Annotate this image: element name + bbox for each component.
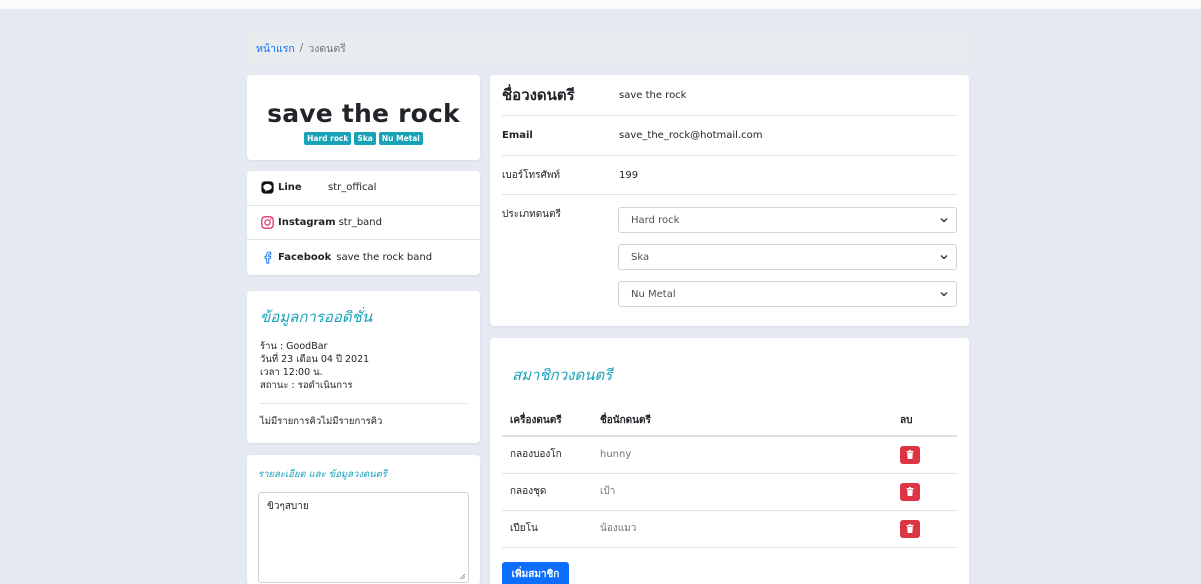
instrument-header: เครื่องดนตรี (502, 405, 592, 437)
audition-shop: ร้าน : GoodBar (260, 341, 328, 352)
genre-select-value: Hard rock (631, 214, 680, 226)
genre-badge: Nu Metal (378, 132, 423, 145)
chevron-down-icon (940, 255, 948, 260)
audition-status: สถานะ : รอดำเนินการ (260, 380, 353, 391)
social-row-line[interactable]: Line str_offical (247, 171, 480, 206)
email-value: save_the_rock@hotmail.com (619, 130, 763, 141)
social-value: str_offical (328, 182, 377, 194)
phone-label: เบอร์โทรศัพท์ (502, 169, 561, 181)
line-icon (260, 181, 274, 195)
social-name: Line (278, 182, 302, 194)
genre-selects: Hard rock Ska Nu Metal (618, 207, 957, 307)
details-title: รายละเอียด และ ข้อมูลวงดนตรี (258, 469, 387, 480)
delete-member-button[interactable] (900, 445, 920, 464)
delete-header: ลบ (892, 405, 957, 437)
info-row-email: Email save_the_rock@hotmail.com (502, 116, 957, 156)
details-textarea[interactable]: ขิวๆสบาย (258, 492, 469, 583)
breadcrumb-current: วงดนตรี (308, 42, 346, 55)
musician-header: ชื่อนักดนตรี (592, 405, 892, 437)
genre-badge: Hard rock (304, 132, 352, 145)
top-band (0, 0, 1201, 9)
add-member-button[interactable]: เพิ่มสมาชิก (502, 561, 569, 584)
instagram-icon (260, 215, 274, 229)
delete-member-button[interactable] (900, 482, 920, 501)
instrument-cell: กลองบองโก (502, 436, 592, 474)
social-value: save the rock band (336, 251, 433, 263)
social-name: Instagram (278, 216, 336, 228)
info-row-genres: ประเภทดนตรี Hard rock Ska Nu Metal (502, 195, 957, 307)
audition-queue-empty: ไม่มีรายการคิวไม่มีรายการคิว (260, 416, 383, 427)
table-row: กลองบองโก hunny (502, 436, 957, 474)
instrument-cell: กลองชุด (502, 473, 592, 511)
audition-time: เวลา 12:00 น. (260, 367, 323, 378)
band-name-label: ชื่อวงดนตรี (502, 86, 575, 104)
musician-cell: hunny (592, 436, 892, 474)
chevron-down-icon (940, 218, 948, 223)
facebook-icon (260, 250, 274, 264)
genre-label: ประเภทดนตรี (502, 209, 561, 220)
members-card: สมาชิกวงดนตรี เครื่องดนตรี ชื่อนักดนตรี … (490, 338, 969, 584)
audition-title: ข้อมูลการออดิชั่น (260, 308, 373, 326)
band-name-value: save the rock (619, 89, 687, 101)
genre-select[interactable]: Hard rock (618, 207, 957, 233)
genre-select[interactable]: Ska (618, 244, 957, 270)
resize-handle-icon[interactable] (459, 573, 466, 580)
trash-icon (906, 450, 914, 460)
chevron-down-icon (940, 292, 948, 297)
band-name-title: save the rock (267, 99, 460, 128)
social-row-facebook[interactable]: Facebook save the rock band (247, 240, 480, 275)
instrument-cell: เปียโน (502, 510, 592, 548)
band-name-card: save the rock Hard rock Ska Nu Metal (247, 75, 480, 160)
genre-badge: Ska (354, 132, 376, 145)
social-value: str_band (338, 216, 382, 228)
info-row-phone: เบอร์โทรศัพท์ 199 (502, 156, 957, 195)
band-info-card: ชื่อวงดนตรี save the rock Email save_the… (490, 75, 969, 326)
social-row-instagram[interactable]: Instagram str_band (247, 206, 480, 241)
members-table: เครื่องดนตรี ชื่อนักดนตรี ลบ กลองบองโก h… (502, 405, 957, 548)
email-label: Email (502, 130, 533, 141)
genre-badges: Hard rock Ska Nu Metal (247, 132, 480, 145)
audition-date: วันที่ 23 เดือน 04 ปี 2021 (260, 354, 370, 365)
social-name: Facebook (278, 251, 332, 263)
breadcrumb-home-link[interactable]: หน้าแรก (256, 40, 295, 57)
divider (260, 403, 467, 404)
table-row: กลองชุด เป้า (502, 473, 957, 511)
social-links-card: Line str_offical Instagram str_band Face… (247, 171, 480, 275)
breadcrumb-separator: / (299, 42, 304, 54)
table-row: เปียโน น้องแมว (502, 510, 957, 548)
details-text: ขิวๆสบาย (267, 501, 309, 512)
genre-select[interactable]: Nu Metal (618, 281, 957, 307)
info-row-band-name: ชื่อวงดนตรี save the rock (502, 75, 957, 116)
band-details-card: รายละเอียด และ ข้อมูลวงดนตรี ขิวๆสบาย (247, 455, 480, 584)
table-header-row: เครื่องดนตรี ชื่อนักดนตรี ลบ (502, 405, 957, 437)
musician-cell: น้องแมว (592, 510, 892, 548)
phone-value: 199 (619, 169, 639, 181)
breadcrumb: หน้าแรก / วงดนตรี (247, 32, 969, 64)
trash-icon (906, 524, 914, 533)
genre-select-value: Nu Metal (631, 288, 676, 300)
members-title: สมาชิกวงดนตรี (512, 366, 613, 384)
genre-select-value: Ska (631, 251, 650, 263)
delete-member-button[interactable] (900, 519, 920, 538)
audition-info-card: ข้อมูลการออดิชั่น ร้าน : GoodBar วันที่ … (247, 291, 480, 443)
musician-cell: เป้า (592, 473, 892, 511)
trash-icon (906, 487, 914, 496)
